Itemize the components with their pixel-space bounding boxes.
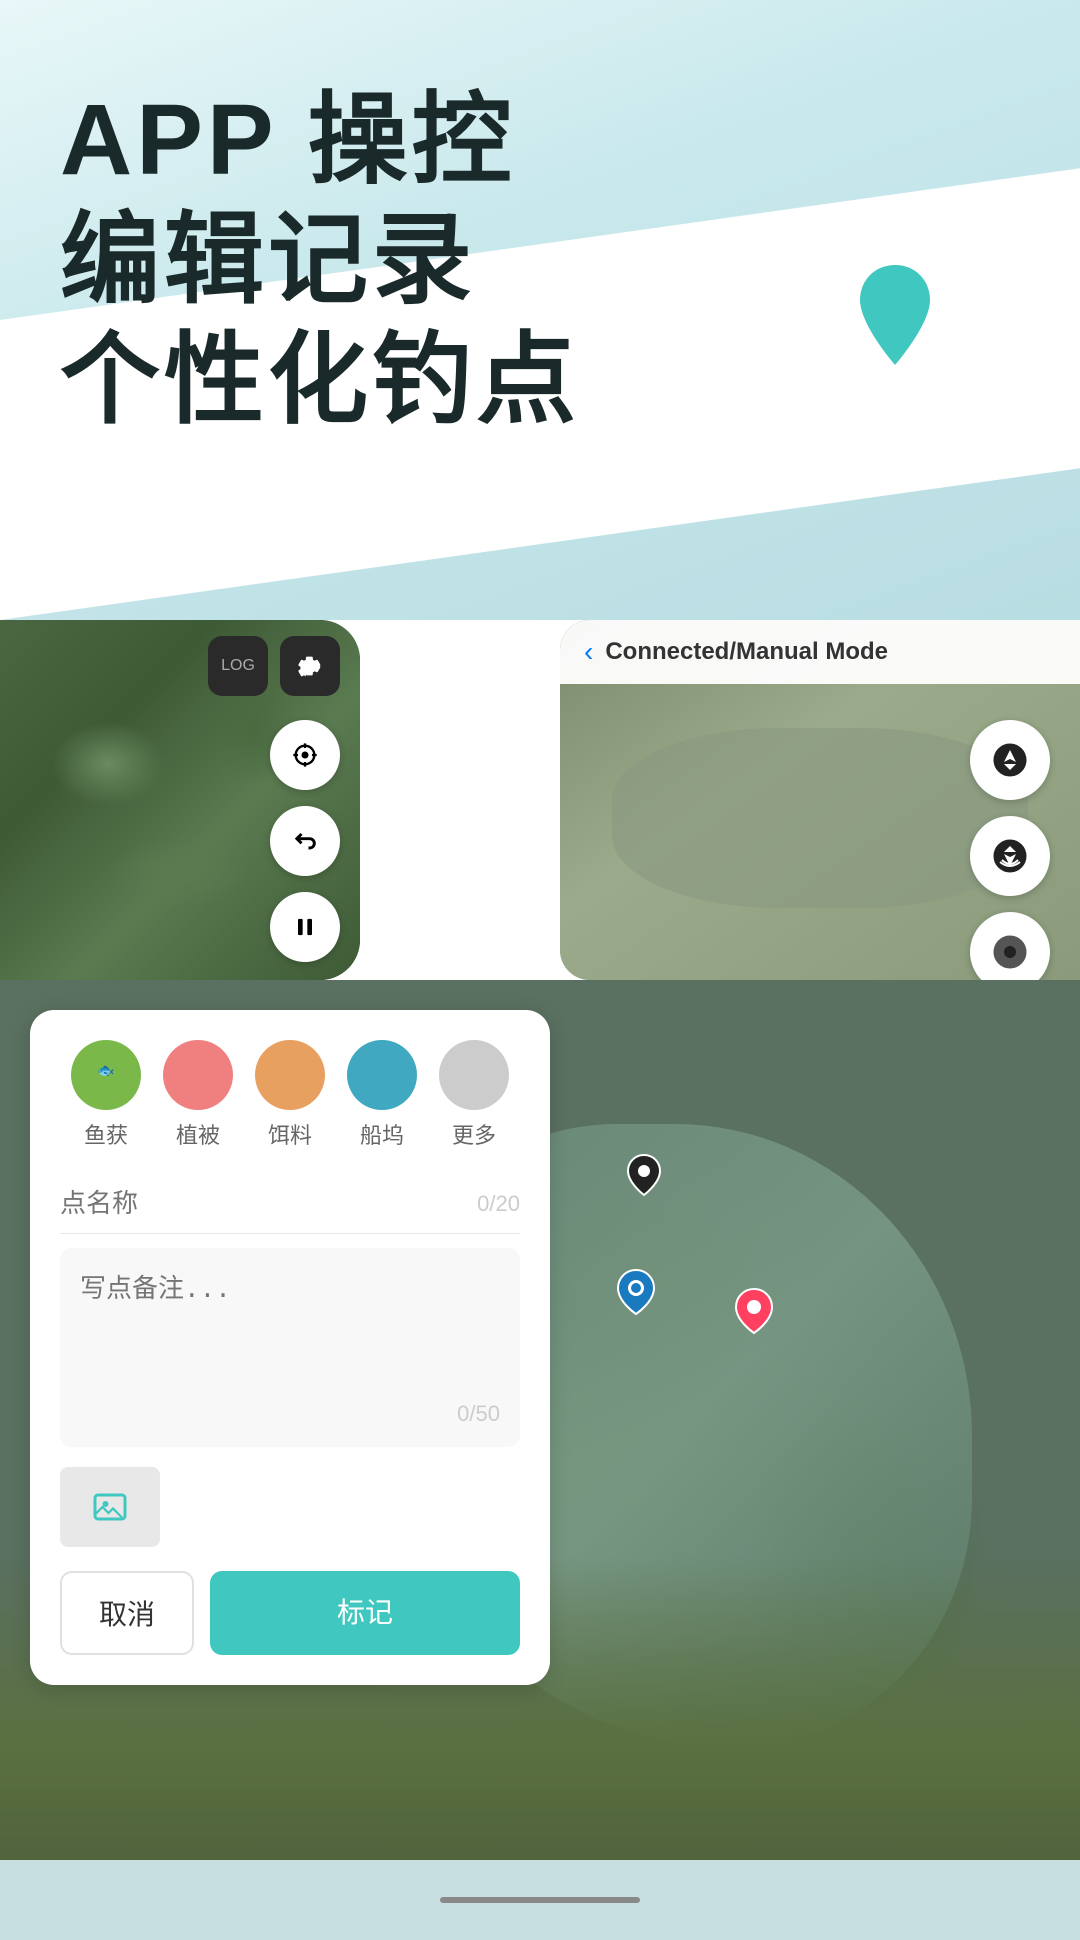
home-indicator [440, 1897, 640, 1903]
dialog-box: 🐟 鱼获 植被 饵料 [30, 1010, 550, 1685]
icon-bait-label: 饵料 [268, 1118, 312, 1150]
map-pin-blue [616, 1268, 656, 1321]
hero-title-line1: APP 操控 [60, 80, 580, 200]
map-pin-black [626, 1153, 662, 1197]
left-app-screenshot: LOG [0, 620, 360, 980]
hero-title-line2: 编辑记录 [60, 200, 580, 320]
dialog-buttons: 取消 标记 [60, 1571, 520, 1655]
right-map-controls [970, 720, 1050, 980]
hero-text: APP 操控 编辑记录 个性化钓点 [60, 80, 580, 440]
note-container: 0/50 [60, 1248, 520, 1447]
screenshots-section: LOG [0, 620, 1080, 980]
back-chevron-icon[interactable]: ‹ [584, 636, 593, 668]
name-input-row: 0/20 [60, 1174, 520, 1234]
icon-dock[interactable]: 船坞 [347, 1040, 417, 1150]
right-map-water [612, 728, 1028, 908]
return-btn[interactable] [270, 806, 340, 876]
point-name-input[interactable] [60, 1188, 477, 1219]
hero-title-line3: 个性化钓点 [60, 320, 580, 440]
icon-dock-label: 船坞 [360, 1118, 404, 1150]
left-map-controls [270, 720, 340, 962]
settings-button[interactable] [280, 636, 340, 696]
hero-section: APP 操控 编辑记录 个性化钓点 [0, 0, 1080, 620]
dialog-icons-row: 🐟 鱼获 植被 饵料 [60, 1040, 520, 1150]
motor-down-btn[interactable] [970, 816, 1050, 896]
pause-btn[interactable] [270, 892, 340, 962]
icon-fish[interactable]: 🐟 鱼获 [71, 1040, 141, 1150]
icon-plant-label: 植被 [176, 1118, 220, 1150]
map-pin-red [734, 1287, 774, 1340]
home-bar-area [0, 1860, 1080, 1940]
note-textarea[interactable] [80, 1268, 500, 1388]
note-counter: 0/50 [80, 1401, 500, 1427]
bottom-section: 🐟 鱼获 植被 饵料 [0, 980, 1080, 1940]
motor-stop-btn[interactable] [970, 912, 1050, 980]
icon-fish-label: 鱼获 [84, 1118, 128, 1150]
left-top-bar: LOG [0, 620, 360, 712]
icon-plant[interactable]: 植被 [163, 1040, 233, 1150]
icon-more[interactable]: 更多 [439, 1040, 509, 1150]
image-area [60, 1467, 520, 1547]
hero-location-pin [850, 260, 940, 375]
motor-up-btn[interactable] [970, 720, 1050, 800]
right-app-screenshot: ‹ Connected/Manual Mode [560, 620, 1080, 980]
icon-more-label: 更多 [452, 1118, 496, 1150]
connection-status: Connected/Manual Mode [605, 638, 888, 666]
cancel-button[interactable]: 取消 [60, 1571, 194, 1655]
right-top-bar: ‹ Connected/Manual Mode [560, 620, 1080, 684]
log-button[interactable]: LOG [208, 636, 268, 696]
name-counter: 0/20 [477, 1191, 520, 1217]
location-btn[interactable] [270, 720, 340, 790]
icon-bait[interactable]: 饵料 [255, 1040, 325, 1150]
image-upload-btn[interactable] [60, 1467, 160, 1547]
svg-text:🐟: 🐟 [97, 1062, 114, 1078]
confirm-button[interactable]: 标记 [210, 1571, 520, 1655]
